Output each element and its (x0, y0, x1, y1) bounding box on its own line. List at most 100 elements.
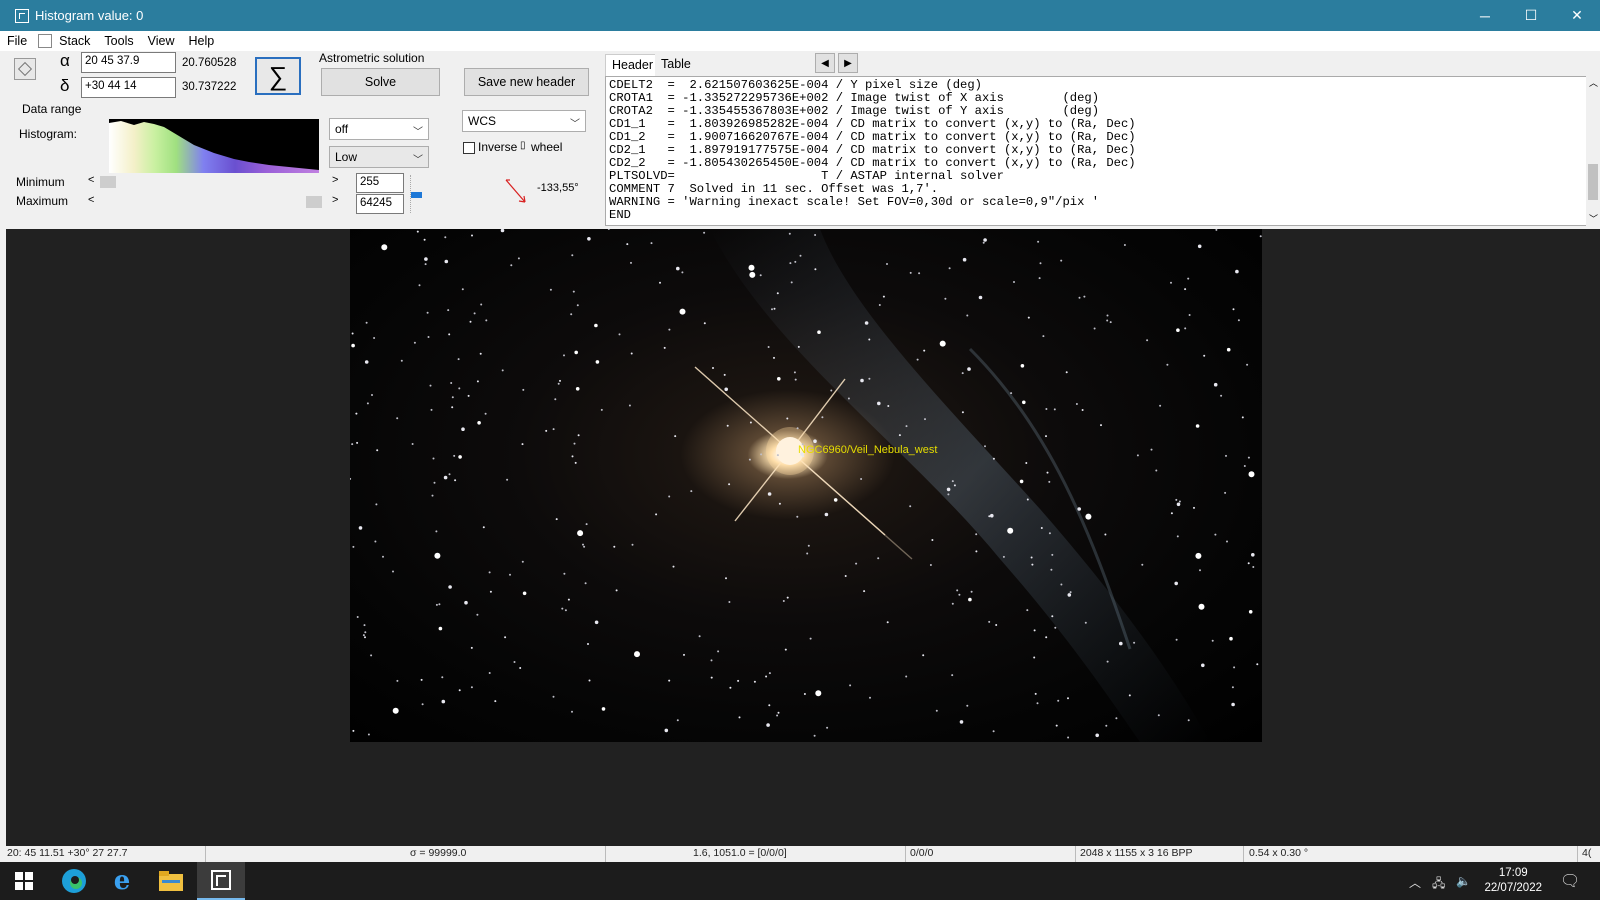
menu-help[interactable]: Help (181, 34, 221, 48)
chevron-right-icon[interactable]: > (332, 194, 338, 206)
star (1045, 636, 1048, 639)
object-label[interactable]: NGC6960/Veil_Nebula_west (798, 444, 937, 456)
star (886, 263, 888, 265)
notification-icon[interactable]: 🗨 (1560, 871, 1580, 891)
star (767, 492, 772, 496)
star (1067, 736, 1070, 739)
minimum-slider-thumb[interactable] (100, 176, 116, 188)
menu-stack[interactable]: Stack (52, 34, 97, 48)
star (364, 636, 366, 639)
star (951, 674, 954, 677)
star (438, 603, 441, 606)
dec-input[interactable]: +30 44 14 (81, 77, 176, 98)
internet-explorer-icon[interactable]: e (98, 862, 146, 900)
star (1060, 259, 1063, 262)
tab-table[interactable]: Table (655, 54, 697, 76)
header-text-area[interactable]: CDELT2 = 2.621507603625E-004 / Y pixel s… (605, 76, 1600, 226)
network-icon[interactable]: 🖧 (1432, 874, 1445, 895)
star (659, 281, 661, 284)
star (953, 484, 956, 487)
maximum-value-input[interactable]: 64245 (356, 194, 404, 214)
star (1123, 244, 1126, 246)
maximum-slider-thumb[interactable] (306, 196, 322, 208)
astro-image[interactable]: NGC6960/Veil_Nebula_west (350, 229, 1262, 742)
star (364, 631, 367, 634)
tab-header[interactable]: Header (605, 54, 660, 76)
star (729, 686, 732, 689)
minimum-value-input[interactable]: 255 (356, 173, 404, 193)
scroll-down-icon[interactable]: ﹀ (1589, 212, 1598, 225)
chevron-up-icon[interactable]: ︿ (1409, 874, 1421, 891)
star (471, 234, 473, 237)
star (426, 311, 429, 314)
chevron-left-icon[interactable]: < (88, 174, 94, 186)
stack-icon (38, 34, 53, 48)
status-sigma: σ = 99999.0 (410, 847, 467, 859)
star (358, 526, 363, 530)
inverse-checkbox[interactable] (463, 142, 475, 154)
scroll-up-icon[interactable]: ︿ (1589, 76, 1598, 89)
save-new-header-button[interactable]: Save new header (464, 68, 589, 96)
scrollbar-thumb[interactable] (1588, 164, 1598, 200)
next-icon-button[interactable]: ▶ (838, 53, 858, 73)
star (418, 284, 421, 287)
star (427, 336, 430, 338)
star (1128, 694, 1131, 697)
star (803, 693, 806, 695)
star (453, 454, 456, 457)
wheel-label: wheel (531, 140, 563, 154)
stretch-select[interactable]: off ﹀ (329, 118, 429, 140)
star (703, 231, 706, 234)
level-select[interactable]: Low ﹀ (329, 146, 429, 168)
star (458, 387, 461, 390)
star (545, 429, 548, 432)
file-explorer-icon[interactable] (147, 862, 195, 900)
ra-input[interactable]: 20 45 37.9 (81, 52, 176, 73)
astap-taskbar-icon[interactable] (197, 862, 245, 900)
diamond-icon-button[interactable] (14, 58, 36, 80)
menu-view[interactable]: View (141, 34, 182, 48)
star (423, 238, 426, 241)
minimum-slider[interactable]: < > (84, 174, 344, 190)
alpha-label: α (60, 51, 70, 70)
menu-file[interactable]: File (0, 34, 34, 48)
previous-icon-button[interactable]: ◀ (815, 53, 835, 73)
chevron-right-icon[interactable]: > (332, 174, 338, 186)
vertical-track[interactable] (410, 175, 422, 213)
star (765, 675, 768, 678)
star (1224, 491, 1227, 494)
star (807, 544, 810, 547)
minimize-button[interactable]: ─ (1462, 0, 1508, 31)
star (1146, 339, 1149, 342)
star (958, 593, 961, 596)
header-scrollbar[interactable]: ︿ ﹀ (1586, 76, 1600, 226)
windows-start-icon[interactable] (0, 862, 48, 900)
edge-icon[interactable] (50, 862, 98, 900)
close-button[interactable]: ✕ (1554, 0, 1600, 31)
volume-icon[interactable]: 🔈 (1456, 874, 1471, 888)
star (1048, 532, 1051, 535)
menu-tools[interactable]: Tools (97, 34, 140, 48)
star (443, 475, 448, 480)
star (392, 707, 399, 714)
solve-button[interactable]: Solve (321, 68, 440, 96)
star (576, 304, 579, 307)
star (450, 382, 453, 384)
star (1105, 724, 1108, 727)
maximum-slider[interactable]: < > (84, 194, 344, 210)
clock[interactable]: 17:09 22/07/2022 (1484, 866, 1542, 896)
star (464, 600, 468, 605)
chevron-left-icon[interactable]: < (88, 194, 94, 206)
star (552, 428, 555, 431)
star (690, 490, 693, 493)
sum-button[interactable]: ∑ (255, 57, 301, 95)
star (1170, 281, 1172, 284)
star (905, 425, 908, 428)
star (448, 473, 451, 476)
overlay-select[interactable]: WCS ﹀ (462, 110, 586, 132)
star (1085, 513, 1092, 520)
maximize-button[interactable]: ☐ (1508, 0, 1554, 31)
star (1187, 719, 1190, 722)
status-pixel: 1.6, 1051.0 = [0/0/0] (693, 847, 787, 859)
vertical-slider-thumb[interactable] (411, 192, 422, 198)
